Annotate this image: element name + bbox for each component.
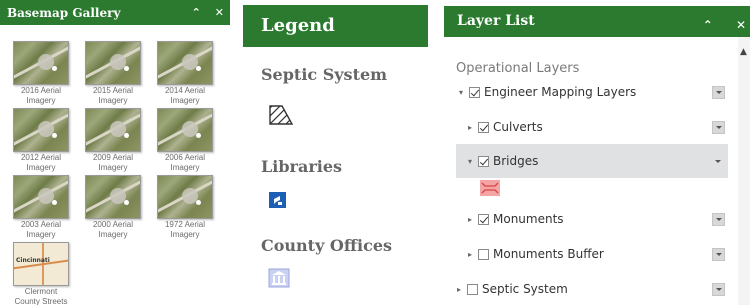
- layer-row-engineer-mapping[interactable]: ▾ Engineer Mapping Layers: [456, 80, 746, 104]
- basemap-gallery-title: Basemap Gallery: [7, 5, 121, 20]
- basemap-item-2003[interactable]: 2003 Aerial Imagery: [11, 175, 71, 240]
- close-icon[interactable]: ✕: [215, 6, 224, 19]
- basemap-item-2000[interactable]: 2000 Aerial Imagery: [83, 175, 143, 240]
- layer-menu-icon[interactable]: [712, 248, 725, 261]
- layer-list-panel: Layer List ⌃ ✕ Operational Layers ▾ Engi…: [444, 0, 750, 305]
- layer-menu-icon[interactable]: [712, 86, 725, 99]
- collapse-triangle-icon[interactable]: ▾: [456, 88, 466, 97]
- basemap-thumbnail: [85, 175, 141, 219]
- library-icon: [268, 191, 288, 213]
- basemap-thumbnail: [13, 175, 69, 219]
- expand-triangle-icon[interactable]: ▸: [465, 123, 475, 132]
- hatched-polygon-icon: [268, 104, 294, 130]
- legend-title: Legend: [261, 15, 335, 36]
- layer-row-monuments-buffer[interactable]: ▸ Monuments Buffer: [465, 242, 750, 266]
- basemap-item-2006[interactable]: 2006 Aerial Imagery: [155, 108, 215, 173]
- layer-list-header: Layer List ⌃ ✕: [444, 6, 750, 37]
- scroll-up-arrow-icon[interactable]: ▲: [740, 47, 747, 57]
- basemap-item-2009[interactable]: 2009 Aerial Imagery: [83, 108, 143, 173]
- layer-list-title: Layer List: [457, 13, 535, 29]
- basemap-item-2015[interactable]: 2015 Aerial Imagery: [83, 41, 143, 106]
- basemap-thumbnail: [157, 175, 213, 219]
- basemap-item-2014[interactable]: 2014 Aerial Imagery: [155, 41, 215, 106]
- government-building-icon: [268, 268, 290, 292]
- layer-checkbox[interactable]: [478, 155, 489, 167]
- basemap-thumbnail: [13, 108, 69, 152]
- legend-section-title: Libraries: [261, 157, 343, 176]
- basemap-thumbnail: [13, 41, 69, 85]
- close-icon[interactable]: ✕: [736, 18, 746, 32]
- bridge-symbol-icon: [480, 180, 500, 200]
- collapse-icon[interactable]: ⌃: [703, 18, 713, 32]
- basemap-thumbnail: [157, 41, 213, 85]
- operational-layers-title: Operational Layers: [456, 61, 580, 76]
- basemap-thumbnail: Cincinnati: [13, 242, 69, 286]
- basemap-gallery-panel: Basemap Gallery ⌃ ✕ 2016 Aerial Imagery 2…: [0, 0, 230, 305]
- layer-row-septic-system[interactable]: ▸ Septic System: [454, 277, 744, 301]
- layer-menu-icon[interactable]: [712, 156, 723, 167]
- legend-panel: Legend Septic System Libraries County Of…: [243, 0, 428, 305]
- expand-triangle-icon[interactable]: ▸: [465, 250, 475, 259]
- collapse-icon[interactable]: ⌃: [192, 6, 201, 19]
- legend-section-title: County Offices: [261, 236, 393, 255]
- basemap-thumbnail: [85, 108, 141, 152]
- layer-menu-icon[interactable]: [712, 213, 725, 226]
- thumbnail-map-label: Cincinnati: [16, 257, 50, 264]
- layer-row-bridges[interactable]: ▾ Bridges: [456, 144, 728, 178]
- layer-checkbox[interactable]: [478, 121, 489, 133]
- basemap-thumbnail: [157, 108, 213, 152]
- basemap-item-clermont-streets[interactable]: Cincinnati Clermont County Streets: [11, 242, 71, 305]
- basemap-thumbnail: [85, 41, 141, 85]
- legend-section-title: Septic System: [261, 65, 388, 84]
- layer-menu-icon[interactable]: [712, 121, 725, 134]
- scrollbar[interactable]: ▲: [738, 37, 750, 305]
- layer-row-monuments[interactable]: ▸ Monuments: [465, 207, 750, 231]
- basemap-item-2012[interactable]: 2012 Aerial Imagery: [11, 108, 71, 173]
- layer-checkbox[interactable]: [478, 213, 489, 225]
- expand-triangle-icon[interactable]: ▸: [465, 215, 475, 224]
- layer-checkbox[interactable]: [478, 248, 489, 260]
- layer-row-culverts[interactable]: ▸ Culverts: [465, 115, 750, 139]
- legend-header: Legend: [243, 5, 428, 47]
- layer-checkbox[interactable]: [469, 86, 480, 98]
- layer-menu-icon[interactable]: [712, 283, 725, 296]
- collapse-triangle-icon[interactable]: ▾: [465, 157, 475, 166]
- layer-checkbox[interactable]: [467, 283, 478, 295]
- basemap-gallery-header: Basemap Gallery ⌃ ✕: [0, 0, 230, 25]
- expand-triangle-icon[interactable]: ▸: [454, 285, 464, 294]
- basemap-item-2016[interactable]: 2016 Aerial Imagery: [11, 41, 71, 106]
- basemap-item-1972[interactable]: 1972 Aerial Imagery: [155, 175, 215, 240]
